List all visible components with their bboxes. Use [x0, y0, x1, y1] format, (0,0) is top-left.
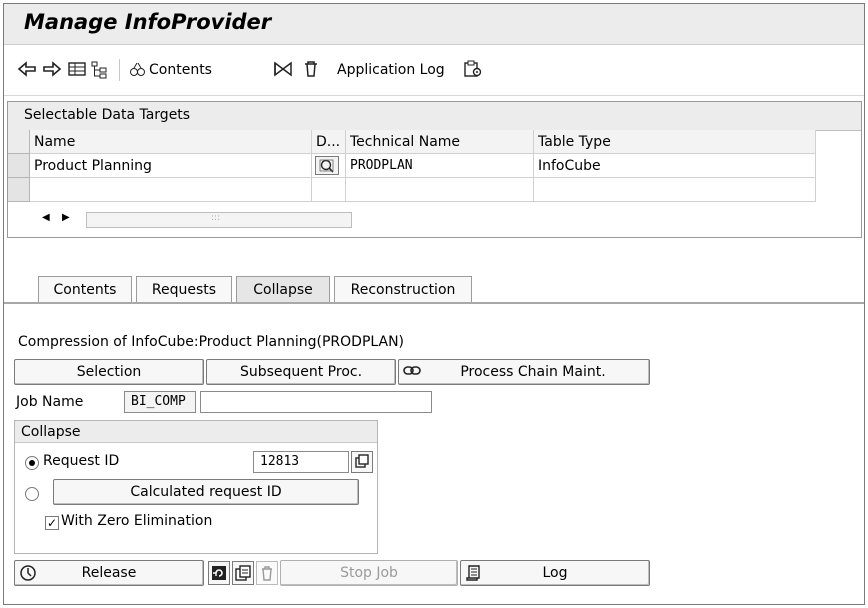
tab-reconstruction[interactable]: Reconstruction	[334, 276, 472, 302]
window-title: Manage InfoProvider	[24, 10, 272, 34]
scroll-grip-icon: :::	[211, 213, 221, 223]
column-header-name[interactable]: Name	[30, 130, 312, 154]
table-row[interactable]: Product Planning PRODPLAN InfoCube	[8, 154, 861, 178]
cell-name: Product Planning	[30, 154, 312, 178]
log-scroll-icon	[465, 564, 483, 590]
column-header-technical-name[interactable]: Technical Name	[346, 130, 534, 154]
application-toolbar: Contents Application Log	[4, 45, 864, 96]
process-chain-maint-button[interactable]: Process Chain Maint.	[398, 359, 650, 385]
scroll-left-icon[interactable]: ◀	[42, 212, 50, 223]
scroll-right-icon[interactable]: ▶	[62, 212, 70, 223]
collapse-tab-panel: Compression of InfoCube:Product Planning…	[4, 304, 864, 604]
scroll-thumb[interactable]: :::	[86, 212, 352, 228]
request-id-label: Request ID	[43, 453, 120, 469]
zero-elimination-checkbox[interactable]: ✓	[45, 516, 59, 530]
log-button[interactable]: Log	[460, 560, 650, 586]
job-overview-button[interactable]	[232, 561, 254, 585]
list-view-icon[interactable]	[67, 58, 87, 82]
contents-label: Contents	[149, 62, 212, 78]
column-header-table-type[interactable]: Table Type	[534, 130, 816, 154]
cell-table-type	[534, 178, 816, 202]
copy-icon	[355, 454, 369, 468]
data-targets-title-bar: Selectable Data Targets	[8, 102, 861, 131]
log-label: Log	[542, 565, 568, 581]
refresh-job-button[interactable]	[208, 561, 230, 585]
toolbar-separator	[119, 59, 120, 81]
data-targets-title: Selectable Data Targets	[24, 107, 191, 123]
chain-link-icon	[403, 363, 421, 387]
job-name-label: Job Name	[16, 394, 84, 410]
settings-icon[interactable]	[462, 58, 484, 82]
clock-icon	[19, 564, 37, 590]
tab-strip: Contents Requests Collapse Reconstructio…	[4, 272, 864, 304]
tab-requests[interactable]: Requests	[136, 276, 232, 302]
display-details-button[interactable]	[315, 156, 339, 175]
refresh-icon	[212, 566, 226, 580]
compression-heading: Compression of InfoCube:Product Planning…	[18, 334, 405, 350]
display-cell	[312, 178, 346, 202]
data-targets-panel: Selectable Data Targets Name D... Techni…	[7, 101, 862, 238]
cell-table-type: InfoCube	[534, 154, 816, 178]
delete-job-button[interactable]	[256, 561, 278, 585]
cell-technical-name	[346, 178, 534, 202]
job-name-suffix-field[interactable]	[200, 391, 432, 413]
collapse-group: Collapse Request ID 12813 Calculated req…	[14, 420, 378, 554]
zero-elimination-label: With Zero Elimination	[61, 513, 213, 529]
display-cell	[312, 154, 346, 178]
bowtie-icon[interactable]	[272, 58, 294, 82]
calculated-request-id-button[interactable]: Calculated request ID	[53, 479, 359, 505]
select-all-cell[interactable]	[8, 130, 30, 154]
stop-job-button[interactable]: Stop Job	[280, 560, 458, 586]
process-chain-label: Process Chain Maint.	[460, 364, 606, 380]
release-button[interactable]: Release	[14, 560, 204, 586]
hierarchy-icon[interactable]	[90, 58, 110, 82]
arrow-left-icon[interactable]	[16, 58, 38, 82]
cell-name	[30, 178, 312, 202]
request-id-field[interactable]: 12813	[253, 451, 349, 473]
arrow-right-icon[interactable]	[41, 58, 63, 82]
release-label: Release	[81, 565, 137, 581]
request-id-picker-button[interactable]	[351, 451, 373, 473]
application-log-label: Application Log	[337, 62, 445, 78]
job-name-field[interactable]: BI_COMP	[124, 391, 196, 413]
horizontal-scrollbar[interactable]: ◀ ▶ :::	[32, 210, 352, 230]
calculated-request-radio[interactable]	[25, 487, 39, 501]
tab-contents[interactable]: Contents	[38, 276, 132, 302]
subsequent-processing-button[interactable]: Subsequent Proc.	[206, 359, 396, 385]
row-selector[interactable]	[8, 154, 30, 178]
trash-icon[interactable]	[302, 58, 320, 82]
table-header-row: Name D... Technical Name Table Type	[8, 130, 861, 154]
application-log-button[interactable]: Application Log	[337, 58, 445, 82]
selection-button[interactable]: Selection	[14, 359, 204, 385]
cell-technical-name: PRODPLAN	[346, 154, 534, 178]
column-header-display[interactable]: D...	[312, 130, 346, 154]
documents-icon	[235, 565, 251, 581]
title-bar: Manage InfoProvider	[4, 4, 864, 45]
trash-icon	[262, 566, 272, 581]
tab-collapse[interactable]: Collapse	[236, 276, 330, 302]
row-selector[interactable]	[8, 178, 30, 202]
request-id-radio[interactable]	[25, 456, 39, 470]
table-row[interactable]	[8, 178, 861, 202]
sap-window: Manage InfoProvider Contents Application…	[3, 3, 865, 605]
collapse-group-title: Collapse	[15, 421, 377, 443]
